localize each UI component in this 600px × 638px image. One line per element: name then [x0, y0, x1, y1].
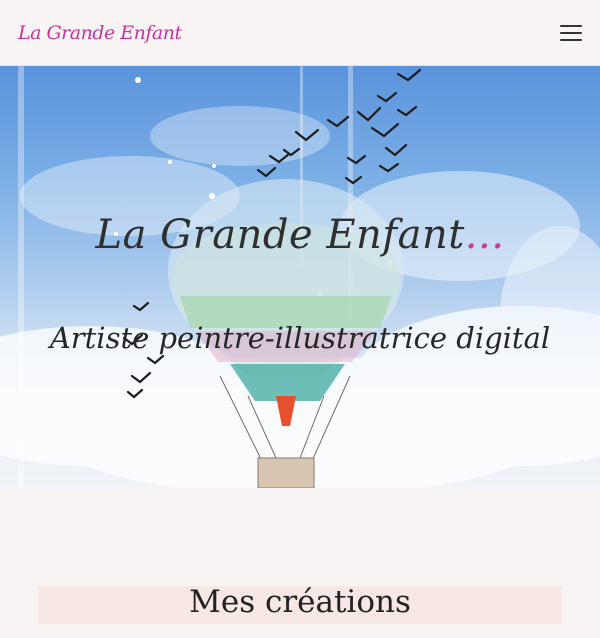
hero-illustration	[0, 66, 600, 488]
spacer	[0, 488, 600, 586]
hero-subtitle: Artiste peintre-illustratrice digital	[49, 321, 551, 355]
section-title-creations: Mes créations	[189, 584, 411, 620]
site-logo[interactable]: La Grande Enfant	[18, 22, 182, 44]
hero-banner: La Grande Enfant... Artiste peintre-illu…	[0, 66, 600, 488]
menu-line	[560, 31, 582, 34]
menu-line	[560, 24, 582, 27]
hero-title-text: La Grande Enfant	[95, 212, 465, 258]
hero-title: La Grande Enfant...	[0, 212, 600, 258]
menu-line	[560, 38, 582, 41]
site-header: La Grande Enfant	[0, 0, 600, 66]
hero-title-dots: ...	[464, 212, 505, 258]
hamburger-menu-icon[interactable]	[560, 24, 582, 41]
